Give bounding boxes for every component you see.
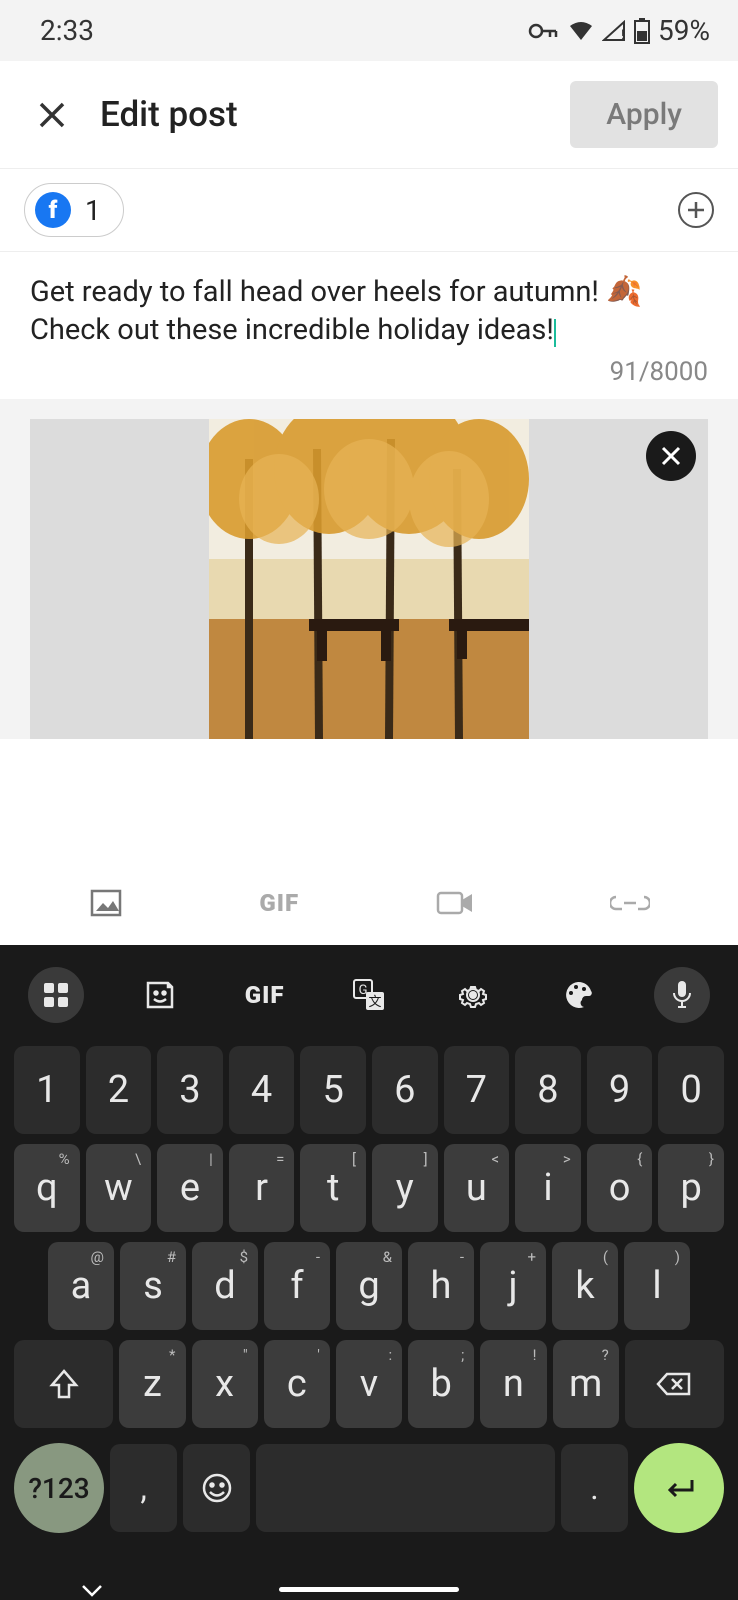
key-o[interactable]: o{	[587, 1144, 653, 1232]
account-count: 1	[85, 194, 101, 227]
remove-image-button[interactable]	[646, 431, 696, 481]
key-w[interactable]: w\	[86, 1144, 152, 1232]
char-count: 91/8000	[30, 357, 708, 387]
key-3[interactable]: 3	[157, 1046, 223, 1134]
key-j[interactable]: j+	[480, 1242, 546, 1330]
signal-icon: !	[602, 20, 626, 42]
symbols-key[interactable]: ?123	[14, 1443, 104, 1533]
key-h[interactable]: h-	[408, 1242, 474, 1330]
key-l[interactable]: l)	[624, 1242, 690, 1330]
attach-video-button[interactable]	[435, 888, 475, 918]
key-z[interactable]: z*	[119, 1340, 185, 1428]
keyboard: GIF G文 1234567890 q%w\e|r=t[y]u<i>o{p} a…	[0, 945, 738, 1573]
key-5[interactable]: 5	[300, 1046, 366, 1134]
key-t[interactable]: t[	[300, 1144, 366, 1232]
battery-icon	[634, 18, 650, 44]
key-2[interactable]: 2	[86, 1046, 152, 1134]
keyboard-bottom-row: ?123 , .	[8, 1433, 730, 1543]
space-key[interactable]	[256, 1444, 555, 1532]
key-u[interactable]: u<	[444, 1144, 510, 1232]
key-x[interactable]: x"	[192, 1340, 258, 1428]
attached-image[interactable]	[30, 419, 708, 739]
kb-sticker-icon[interactable]	[132, 967, 188, 1023]
key-8[interactable]: 8	[515, 1046, 581, 1134]
attach-image-button[interactable]	[88, 885, 124, 921]
apply-button[interactable]: Apply	[570, 81, 718, 148]
header: Edit post Apply	[0, 61, 738, 169]
kb-theme-icon[interactable]	[550, 967, 606, 1023]
attach-gif-button[interactable]: GIF	[259, 889, 299, 917]
key-y[interactable]: y]	[372, 1144, 438, 1232]
key-9[interactable]: 9	[587, 1046, 653, 1134]
key-c[interactable]: c'	[264, 1340, 330, 1428]
vpn-icon	[528, 21, 560, 41]
compose-area[interactable]: Get ready to fall head over heels for au…	[0, 252, 738, 399]
kb-gif-button[interactable]: GIF	[237, 967, 293, 1023]
key-q[interactable]: q%	[14, 1144, 80, 1232]
status-indicators: ! 59%	[528, 14, 710, 47]
svg-text:!: !	[621, 28, 624, 42]
nav-handle[interactable]	[279, 1587, 459, 1592]
key-s[interactable]: s#	[120, 1242, 186, 1330]
keyboard-row-asdf: a@s#d$f-g&h-j+k(l)	[8, 1237, 730, 1335]
key-f[interactable]: f-	[264, 1242, 330, 1330]
shift-key[interactable]	[14, 1340, 113, 1428]
key-0[interactable]: 0	[658, 1046, 724, 1134]
key-7[interactable]: 7	[444, 1046, 510, 1134]
keyboard-toolbar: GIF G文	[8, 953, 730, 1041]
key-d[interactable]: d$	[192, 1242, 258, 1330]
battery-percent: 59%	[658, 14, 710, 47]
key-b[interactable]: b;	[408, 1340, 474, 1428]
period-key[interactable]: .	[561, 1444, 628, 1532]
close-button[interactable]	[32, 95, 72, 135]
comma-key[interactable]: ,	[110, 1444, 177, 1532]
key-e[interactable]: e|	[157, 1144, 223, 1232]
key-i[interactable]: i>	[515, 1144, 581, 1232]
keyboard-number-row: 1234567890	[8, 1041, 730, 1139]
page-title: Edit post	[100, 94, 570, 135]
key-k[interactable]: k(	[552, 1242, 618, 1330]
kb-translate-icon[interactable]: G文	[341, 967, 397, 1023]
enter-key[interactable]	[634, 1443, 724, 1533]
backspace-key[interactable]	[625, 1340, 724, 1428]
key-4[interactable]: 4	[229, 1046, 295, 1134]
key-1[interactable]: 1	[14, 1046, 80, 1134]
keyboard-row-zxcv: z*x"c'v:b;n!m?	[8, 1335, 730, 1433]
kb-mic-icon[interactable]	[654, 967, 710, 1023]
key-g[interactable]: g&	[336, 1242, 402, 1330]
text-caret	[554, 319, 556, 347]
key-n[interactable]: n!	[480, 1340, 546, 1428]
add-account-button[interactable]	[678, 192, 714, 228]
hide-keyboard-button[interactable]	[80, 1582, 104, 1598]
key-r[interactable]: r=	[229, 1144, 295, 1232]
svg-text:文: 文	[368, 995, 381, 1010]
key-a[interactable]: a@	[48, 1242, 114, 1330]
facebook-icon: f	[35, 192, 71, 228]
nav-bar	[0, 1573, 738, 1600]
account-chip[interactable]: f 1	[24, 183, 124, 237]
account-row: f 1	[0, 169, 738, 252]
status-time: 2:33	[40, 14, 94, 47]
post-text[interactable]: Get ready to fall head over heels for au…	[30, 274, 708, 349]
autumn-image	[209, 419, 529, 739]
key-6[interactable]: 6	[372, 1046, 438, 1134]
attach-link-button[interactable]	[610, 893, 650, 913]
key-m[interactable]: m?	[553, 1340, 619, 1428]
kb-settings-icon[interactable]	[445, 967, 501, 1023]
status-bar: 2:33 ! 59%	[0, 0, 738, 61]
key-p[interactable]: p}	[658, 1144, 724, 1232]
emoji-key[interactable]	[183, 1444, 250, 1532]
key-v[interactable]: v:	[336, 1340, 402, 1428]
wifi-icon	[568, 20, 594, 42]
keyboard-row-qwerty: q%w\e|r=t[y]u<i>o{p}	[8, 1139, 730, 1237]
attachment-bar: GIF	[0, 861, 738, 945]
kb-apps-icon[interactable]	[28, 967, 84, 1023]
